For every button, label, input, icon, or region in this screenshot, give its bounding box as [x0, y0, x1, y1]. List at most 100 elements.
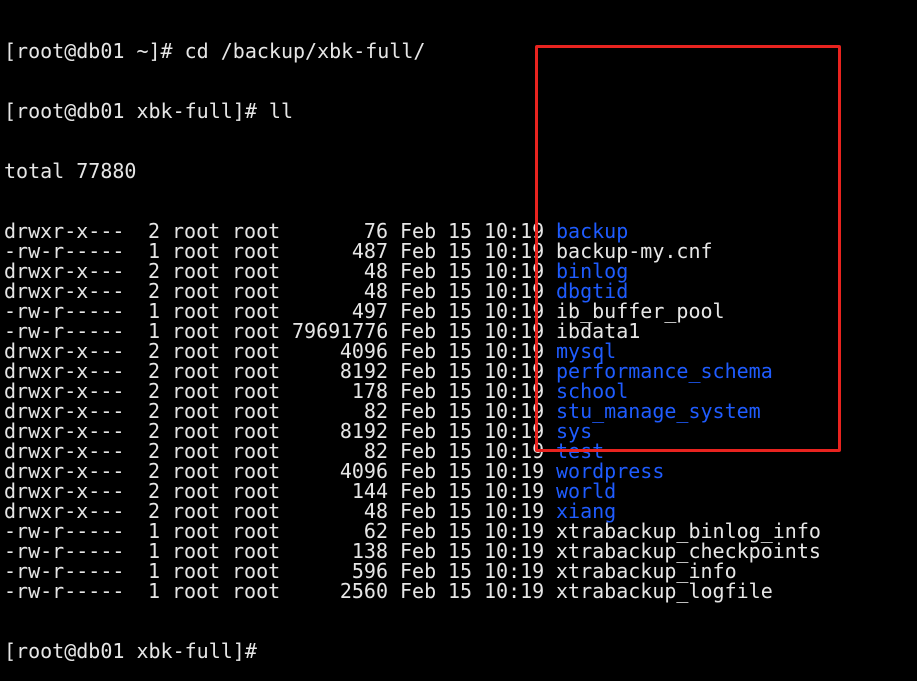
size-cell: 79691776 — [292, 319, 389, 343]
link-count-cell: 2 — [147, 359, 160, 383]
owner-cell: root — [172, 459, 221, 483]
owner-cell: root — [172, 439, 221, 463]
size-cell: 8192 — [339, 359, 388, 383]
size-cell: 4096 — [339, 459, 388, 483]
listing-row: -rw-r----- 1 root root 79691776 Feb 15 10:19 ibd… — [4, 321, 821, 341]
time-cell: 10:19 — [484, 359, 545, 383]
month-cell: Feb — [400, 219, 437, 243]
listing-row: -rw-r----- 1 root root 138 Feb 15 10:19 xtraback… — [4, 541, 821, 561]
file-name: xtrabackup_binlog_info — [556, 519, 821, 543]
month-cell: Feb — [400, 339, 437, 363]
size-cell: 76 — [363, 219, 388, 243]
link-count-cell: 2 — [147, 419, 160, 443]
listing-row: -rw-r----- 1 root root 497 Feb 15 10:19 ib_buffe… — [4, 301, 821, 321]
time-cell: 10:19 — [484, 319, 545, 343]
time-cell: 10:19 — [484, 579, 545, 603]
listing-row: drwxr-x--- 2 root root 4096 Feb 15 10:19 mysql — [4, 341, 821, 361]
day-cell: 15 — [448, 439, 473, 463]
command-line-cd: [root@db01 ~]# cd /backup/xbk-full/ — [4, 39, 426, 63]
file-name: xtrabackup_info — [556, 559, 737, 583]
permissions-cell: -rw-r----- — [4, 239, 125, 263]
day-cell: 15 — [448, 339, 473, 363]
day-cell: 15 — [448, 499, 473, 523]
link-count-cell: 2 — [147, 479, 160, 503]
listing-row: drwxr-x--- 2 root root 48 Feb 15 10:19 xiang — [4, 501, 821, 521]
time-cell: 10:19 — [484, 479, 545, 503]
size-cell: 487 — [351, 239, 388, 263]
day-cell: 15 — [448, 359, 473, 383]
link-count-cell: 2 — [147, 499, 160, 523]
day-cell: 15 — [448, 259, 473, 283]
owner-cell: root — [172, 379, 221, 403]
size-cell: 497 — [351, 299, 388, 323]
file-name: xtrabackup_logfile — [556, 579, 773, 603]
day-cell: 15 — [448, 379, 473, 403]
permissions-cell: -rw-r----- — [4, 519, 125, 543]
group-cell: root — [232, 339, 281, 363]
directory-name: stu_manage_system — [556, 399, 761, 423]
time-cell: 10:19 — [484, 419, 545, 443]
terminal-output[interactable]: [root@db01 ~]# cd /backup/xbk-full/ [roo… — [4, 1, 821, 681]
owner-cell: root — [172, 239, 221, 263]
day-cell: 15 — [448, 459, 473, 483]
command-line-prompt[interactable]: [root@db01 xbk-full]# — [4, 641, 821, 661]
owner-cell: root — [172, 559, 221, 583]
permissions-cell: drwxr-x--- — [4, 339, 125, 363]
time-cell: 10:19 — [484, 439, 545, 463]
time-cell: 10:19 — [484, 519, 545, 543]
time-cell: 10:19 — [484, 379, 545, 403]
listing-row: drwxr-x--- 2 root root 8192 Feb 15 10:19 sys — [4, 421, 821, 441]
permissions-cell: drwxr-x--- — [4, 479, 125, 503]
directory-name: binlog — [556, 259, 629, 283]
link-count-cell: 2 — [147, 219, 160, 243]
listing-row: drwxr-x--- 2 root root 82 Feb 15 10:19 stu_manag… — [4, 401, 821, 421]
day-cell: 15 — [448, 419, 473, 443]
group-cell: root — [232, 359, 281, 383]
month-cell: Feb — [400, 539, 437, 563]
owner-cell: root — [172, 359, 221, 383]
file-listing: drwxr-x--- 2 root root 76 Feb 15 10:19 backup -rw… — [4, 221, 821, 601]
month-cell: Feb — [400, 439, 437, 463]
permissions-cell: -rw-r----- — [4, 579, 125, 603]
size-cell: 138 — [351, 539, 388, 563]
link-count-cell: 1 — [147, 539, 160, 563]
size-cell: 48 — [363, 499, 388, 523]
day-cell: 15 — [448, 219, 473, 243]
month-cell: Feb — [400, 319, 437, 343]
group-cell: root — [232, 219, 281, 243]
permissions-cell: drwxr-x--- — [4, 399, 125, 423]
time-cell: 10:19 — [484, 559, 545, 583]
link-count-cell: 2 — [147, 279, 160, 303]
permissions-cell: drwxr-x--- — [4, 279, 125, 303]
size-cell: 8192 — [339, 419, 388, 443]
permissions-cell: drwxr-x--- — [4, 359, 125, 383]
listing-row: drwxr-x--- 2 root root 4096 Feb 15 10:19 wordpre… — [4, 461, 821, 481]
directory-name: mysql — [556, 339, 617, 363]
directory-name: dbgtid — [556, 279, 629, 303]
size-cell: 4096 — [339, 339, 388, 363]
size-cell: 178 — [351, 379, 388, 403]
file-name: xtrabackup_checkpoints — [556, 539, 821, 563]
permissions-cell: drwxr-x--- — [4, 259, 125, 283]
day-cell: 15 — [448, 399, 473, 423]
group-cell: root — [232, 519, 281, 543]
link-count-cell: 1 — [147, 239, 160, 263]
prompt-text: [root@db01 xbk-full]# — [4, 639, 257, 663]
group-cell: root — [232, 399, 281, 423]
day-cell: 15 — [448, 299, 473, 323]
group-cell: root — [232, 499, 281, 523]
listing-row: -rw-r----- 1 root root 596 Feb 15 10:19 xtraback… — [4, 561, 821, 581]
day-cell: 15 — [448, 239, 473, 263]
listing-row: -rw-r----- 1 root root 487 Feb 15 10:19 backup-m… — [4, 241, 821, 261]
listing-row: -rw-r----- 1 root root 62 Feb 15 10:19 xtrabacku… — [4, 521, 821, 541]
size-cell: 48 — [363, 279, 388, 303]
permissions-cell: drwxr-x--- — [4, 499, 125, 523]
group-cell: root — [232, 379, 281, 403]
link-count-cell: 2 — [147, 339, 160, 363]
time-cell: 10:19 — [484, 279, 545, 303]
group-cell: root — [232, 579, 281, 603]
text-cursor — [257, 643, 268, 661]
link-count-cell: 2 — [147, 439, 160, 463]
permissions-cell: -rw-r----- — [4, 559, 125, 583]
month-cell: Feb — [400, 259, 437, 283]
